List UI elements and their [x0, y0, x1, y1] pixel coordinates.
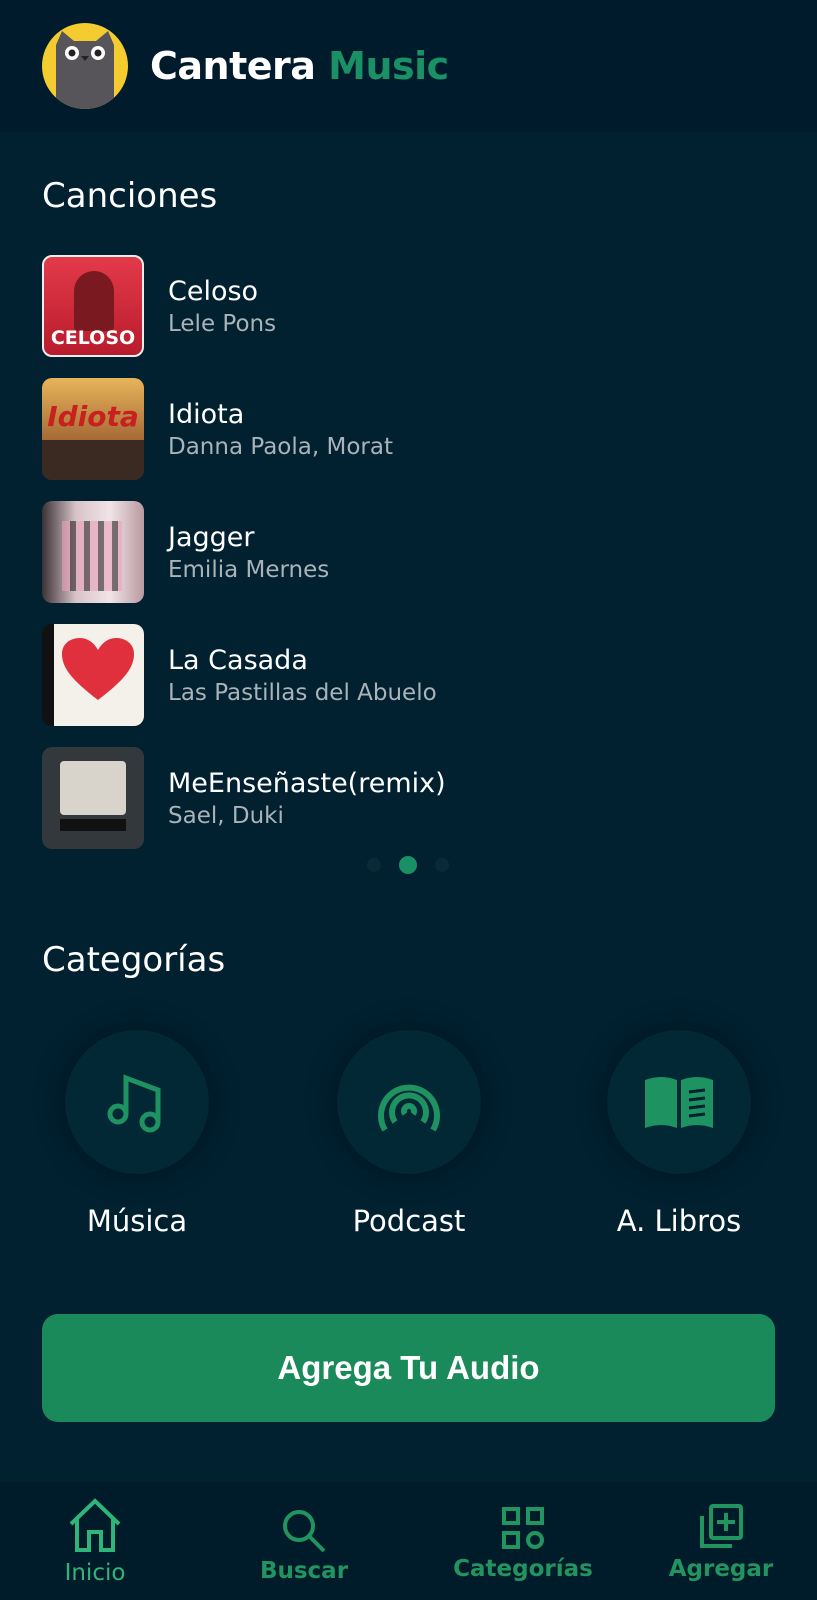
category-label: Podcast [352, 1204, 466, 1238]
category-label: Música [86, 1204, 188, 1238]
song-artist: Lele Pons [168, 310, 277, 337]
song-title: Idiota [168, 398, 245, 430]
song-artist: Sael, Duki [168, 802, 284, 829]
song-artist: Danna Paola, Morat [168, 433, 393, 460]
song-title: Jagger [168, 521, 255, 553]
album-cover: CELOSO [42, 255, 144, 357]
nav-label: Agregar [668, 1556, 774, 1582]
music-note-icon [107, 1074, 161, 1133]
cover-text: Idiota [47, 400, 139, 433]
album-cover [42, 747, 144, 849]
book-icon [645, 1077, 713, 1128]
songs-heading: Canciones [42, 176, 218, 216]
nav-label: Categorías [453, 1556, 593, 1582]
app-title: Cantera Music [150, 44, 449, 88]
nav-agregar[interactable]: Agregar [621, 1504, 817, 1582]
cover-text: CELOSO [50, 327, 136, 349]
song-item[interactable]: La Casada Las Pastillas del Abuelo [42, 624, 437, 726]
brand-accent: Music [328, 44, 449, 88]
song-item[interactable]: Jagger Emilia Mernes [42, 501, 329, 603]
grid-icon [502, 1507, 544, 1549]
pager-dot[interactable] [435, 858, 449, 872]
search-icon [283, 1510, 326, 1553]
bottom-nav: Inicio Buscar Categorías Agregar [0, 1482, 817, 1600]
nav-label: Inicio [64, 1560, 126, 1586]
category-podcast[interactable]: Podcast [309, 1030, 509, 1238]
category-label: A. Libros [616, 1204, 742, 1238]
nav-label: Buscar [259, 1558, 349, 1584]
song-item[interactable]: Idiota Idiota Danna Paola, Morat [42, 378, 393, 480]
song-title: Celoso [168, 275, 259, 307]
add-audio-button[interactable]: Agrega Tu Audio [42, 1314, 775, 1422]
album-cover: Idiota [42, 378, 144, 480]
nav-buscar[interactable]: Buscar [204, 1508, 404, 1584]
song-title: La Casada [168, 644, 308, 676]
song-artist: Las Pastillas del Abuelo [168, 679, 437, 706]
cat-logo[interactable] [42, 23, 128, 109]
podcast-icon [378, 1084, 440, 1132]
add-library-icon [700, 1504, 743, 1548]
category-musica[interactable]: Música [37, 1030, 237, 1238]
album-cover [42, 501, 144, 603]
pager-dot[interactable] [367, 858, 381, 872]
brand-primary: Cantera [150, 44, 316, 88]
app-header: Cantera Music [0, 0, 817, 132]
categories-heading: Categorías [42, 940, 226, 980]
nav-inicio[interactable]: Inicio [0, 1498, 195, 1586]
pager-dot-active[interactable] [399, 856, 417, 874]
song-artist: Emilia Mernes [168, 556, 330, 583]
album-cover [42, 624, 144, 726]
home-icon [69, 1498, 121, 1552]
nav-categorias[interactable]: Categorías [423, 1506, 623, 1582]
song-item[interactable]: MeEnseñaste(remix) Sael, Duki [42, 747, 446, 849]
song-item[interactable]: CELOSO Celoso Lele Pons [42, 255, 276, 357]
category-audiolibros[interactable]: A. Libros [579, 1030, 779, 1238]
song-title: MeEnseñaste(remix) [168, 767, 446, 799]
